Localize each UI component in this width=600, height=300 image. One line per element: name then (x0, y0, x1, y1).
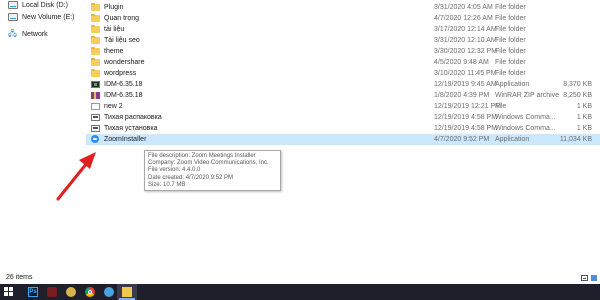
nav-item-local-disk-d[interactable]: Local Disk (D:) (8, 0, 68, 10)
file-date: 12/19/2019 4:58 PM (434, 125, 498, 132)
file-date: 12/19/2019 12:21 PM (434, 103, 501, 110)
file-size: 8,250 KB (563, 92, 592, 99)
file-type: File folder (495, 26, 526, 33)
file-row[interactable]: Тихая установка 12/19/2019 4:58 PM Windo… (86, 123, 600, 134)
file-explorer-icon[interactable] (122, 287, 132, 297)
file-name: Tài liệu seo (104, 37, 140, 44)
batch-file-icon (91, 114, 100, 121)
file-size: 11,034 KB (559, 136, 592, 143)
file-row[interactable]: theme 3/30/2020 12:32 PM File folder (86, 46, 600, 57)
nav-item-new-volume-e[interactable]: New Volume (E:) (8, 12, 75, 22)
file-name: Тихая установка (104, 125, 158, 132)
file-row[interactable]: Тихая распаковка 12/19/2019 4:58 PM Wind… (86, 112, 600, 123)
status-bar: 26 items (0, 272, 600, 284)
folder-icon (91, 58, 100, 66)
navigation-pane: Local Disk (D:) New Volume (E:) 🖧 Networ… (0, 0, 84, 272)
nav-item-network[interactable]: 🖧 Network (8, 29, 48, 39)
folder-icon (91, 3, 100, 11)
file-date: 12/19/2019 9:45 AM (434, 81, 497, 88)
chrome-icon[interactable] (85, 287, 95, 297)
drive-icon (8, 1, 18, 9)
file-date: 3/31/2020 12:10 AM (434, 37, 497, 44)
file-type: File folder (495, 48, 526, 55)
file-type: File folder (495, 4, 526, 11)
zoom-app-icon (91, 135, 99, 143)
file-info-tooltip: File description: Zoom Meetings Installe… (144, 150, 281, 191)
blank-file-icon (91, 103, 100, 110)
folder-icon (91, 69, 100, 77)
file-type: Application (495, 81, 530, 88)
file-row[interactable]: IDM-6.35.18 1/8/2020 4:39 PM WinRAR ZIP … (86, 90, 600, 101)
drive-icon (8, 13, 18, 21)
file-date: 12/19/2019 4:58 PM (434, 114, 498, 121)
nav-item-label: Local Disk (D:) (22, 1, 68, 9)
file-row[interactable]: Quan trọng 4/7/2020 12:26 AM File folder (86, 13, 600, 24)
file-size: 1 KB (576, 125, 592, 132)
tooltip-size: Size: 10.7 MB (148, 181, 186, 188)
tooltip-description: File description: Zoom Meetings Installe… (148, 153, 256, 159)
file-row-selected[interactable]: ZoomInstaller 4/7/2020 9:52 PM Applicati… (86, 134, 600, 145)
file-type: Application (495, 136, 530, 143)
file-date: 3/17/2020 12:14 AM (434, 26, 497, 33)
zip-archive-icon (91, 92, 100, 99)
file-row[interactable]: Tài liệu seo 3/31/2020 12:10 AM File fol… (86, 35, 600, 46)
file-name: ZoomInstaller (104, 136, 147, 143)
file-name: IDM-6.35.18 (104, 92, 143, 99)
file-row[interactable]: wondershare 4/5/2020 9:48 AM File folder (86, 57, 600, 68)
folder-icon (91, 14, 100, 22)
file-date: 4/7/2020 9:52 PM (434, 136, 490, 143)
large-icons-view-icon[interactable] (591, 275, 597, 281)
file-name: new 2 (104, 103, 123, 110)
nav-item-label: New Volume (E:) (22, 13, 75, 21)
item-count: 26 items (6, 274, 33, 281)
file-list: Plugin 3/31/2020 4:05 AM File folder Qua… (86, 0, 600, 272)
file-name: tài liệu (104, 26, 125, 33)
file-row[interactable]: Plugin 3/31/2020 4:05 AM File folder (86, 2, 600, 13)
file-row[interactable]: wordpress 3/10/2020 11:45 PM File folder (86, 68, 600, 79)
tooltip-version: File version: 4.4.0.0 (148, 167, 201, 174)
folder-icon (91, 36, 100, 44)
file-name: Quan trọng (104, 15, 140, 22)
file-date: 1/8/2020 4:39 PM (434, 92, 490, 99)
app-icon[interactable] (104, 287, 114, 297)
file-row[interactable]: tài liệu 3/17/2020 12:14 AM File folder (86, 24, 600, 35)
tooltip-created: Date created: 4/7/2020 9:52 PM (148, 174, 234, 181)
batch-file-icon (91, 125, 100, 132)
idm-app-icon (91, 81, 100, 88)
file-name: wondershare (104, 59, 145, 66)
file-date: 3/31/2020 4:05 AM (434, 4, 493, 11)
file-type: File folder (495, 70, 526, 77)
file-date: 3/30/2020 12:32 PM (434, 48, 498, 55)
file-type: Windows Comma... (495, 114, 556, 121)
taskbar: Ps (0, 284, 600, 300)
file-name: wordpress (104, 70, 137, 77)
file-type: Windows Comma... (495, 125, 556, 132)
file-type: File folder (495, 59, 526, 66)
file-size: 8,370 KB (563, 81, 592, 88)
photoshop-icon[interactable]: Ps (28, 287, 38, 297)
file-date: 4/7/2020 12:26 AM (434, 15, 493, 22)
file-size: 1 KB (576, 114, 592, 121)
file-name: Тихая распаковка (104, 114, 162, 121)
file-row[interactable]: IDM-6.35.18 12/19/2019 9:45 AM Applicati… (86, 79, 600, 90)
folder-icon (91, 47, 100, 55)
file-name: Plugin (104, 4, 124, 11)
windows-start-icon[interactable] (4, 287, 14, 297)
network-icon: 🖧 (8, 29, 17, 38)
app-icon[interactable] (66, 287, 76, 297)
details-view-icon[interactable] (581, 275, 588, 281)
file-date: 4/5/2020 9:48 AM (434, 59, 489, 66)
nav-item-label: Network (22, 30, 48, 38)
file-type: File folder (495, 15, 526, 22)
file-size: 1 KB (576, 103, 592, 110)
tooltip-company: Company: Zoom Video Communications, Inc. (148, 160, 269, 167)
file-name: IDM-6.35.18 (104, 81, 143, 88)
file-type: File (495, 103, 507, 110)
file-row[interactable]: new 2 12/19/2019 12:21 PM File 1 KB (86, 101, 600, 112)
file-type: File folder (495, 37, 526, 44)
file-date: 3/10/2020 11:45 PM (434, 70, 497, 77)
folder-icon (91, 25, 100, 33)
file-name: theme (104, 48, 124, 55)
app-icon[interactable] (47, 287, 57, 297)
